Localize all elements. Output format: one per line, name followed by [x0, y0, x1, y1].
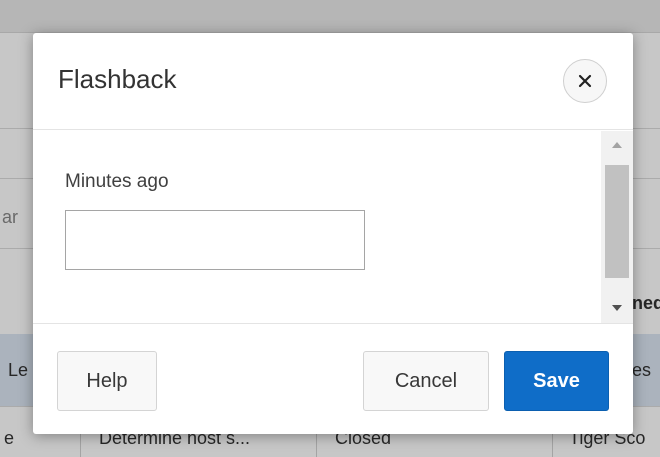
- dialog-scrollbar[interactable]: [601, 131, 633, 323]
- help-button[interactable]: Help: [57, 351, 157, 411]
- save-button[interactable]: Save: [504, 351, 609, 411]
- flashback-dialog: Flashback Minutes ago Help Cancel Save: [33, 33, 633, 434]
- close-button[interactable]: [563, 59, 607, 103]
- minutes-ago-input[interactable]: [65, 210, 365, 270]
- scroll-down-button[interactable]: [601, 293, 633, 323]
- arrow-down-icon: [612, 305, 622, 311]
- scrollbar-thumb[interactable]: [605, 165, 629, 278]
- dialog-header: Flashback: [33, 33, 633, 130]
- minutes-ago-label: Minutes ago: [65, 171, 169, 192]
- cancel-button[interactable]: Cancel: [363, 351, 489, 411]
- arrow-up-icon: [612, 142, 622, 148]
- close-icon: [578, 74, 592, 88]
- scroll-up-button[interactable]: [601, 131, 633, 159]
- dialog-footer: Help Cancel Save: [33, 323, 633, 434]
- dialog-title: Flashback: [58, 64, 177, 94]
- dialog-body: Minutes ago: [33, 131, 633, 323]
